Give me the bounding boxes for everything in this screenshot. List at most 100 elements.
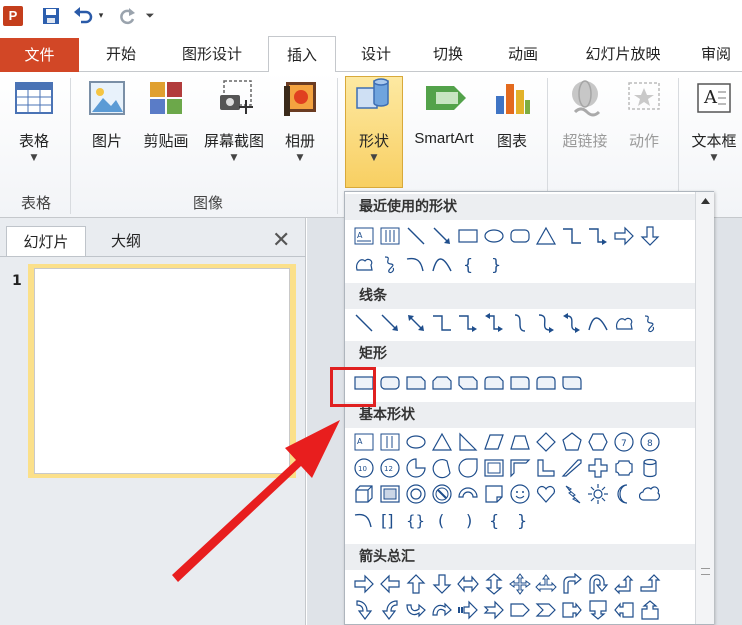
left-up-arrow-shape-icon[interactable]: [611, 572, 637, 596]
down-arrow-shape-icon[interactable]: [637, 224, 663, 248]
folded-corner-shape-icon[interactable]: [481, 482, 507, 506]
tab-file[interactable]: 文件: [0, 38, 79, 72]
oval-shape-icon[interactable]: [403, 430, 429, 454]
curved-connector-shape-icon[interactable]: [507, 311, 533, 335]
redo-icon[interactable]: [116, 4, 138, 28]
scroll-up-icon[interactable]: [699, 194, 712, 208]
undo-icon[interactable]: [72, 4, 94, 28]
textbox-button[interactable]: A 文本框 ▼: [686, 78, 742, 163]
trapezoid-shape-icon[interactable]: [507, 430, 533, 454]
right-arrow-callout-shape-icon[interactable]: [559, 598, 585, 622]
triangle-shape-icon[interactable]: [429, 430, 455, 454]
arrow-line-shape-icon[interactable]: [377, 311, 403, 335]
textbox-shape-icon[interactable]: A: [351, 224, 377, 248]
up-arrow-callout-shape-icon[interactable]: [637, 598, 663, 622]
frame-shape-icon[interactable]: [481, 456, 507, 480]
hyperlink-button[interactable]: 超链接: [556, 78, 614, 151]
gallery-scrollbar[interactable]: [695, 192, 714, 624]
right-bracket-shape-icon[interactable]: ): [455, 508, 481, 532]
plaque-shape-icon[interactable]: [611, 456, 637, 480]
lightning-bolt-shape-icon[interactable]: [559, 482, 585, 506]
plus-shape-icon[interactable]: [585, 456, 611, 480]
elbow-double-arrow-shape-icon[interactable]: [481, 311, 507, 335]
tab-design[interactable]: 设计: [345, 36, 407, 72]
oval-shape-icon[interactable]: [481, 224, 507, 248]
quad-arrow-shape-icon[interactable]: [507, 572, 533, 596]
right-brace-shape-icon[interactable]: }: [507, 508, 533, 532]
save-icon[interactable]: [40, 4, 62, 28]
donut-shape-icon[interactable]: [403, 482, 429, 506]
elbow-arrow-connector-shape-icon[interactable]: [455, 311, 481, 335]
up-down-arrow-shape-icon[interactable]: [481, 572, 507, 596]
curve-connector-shape-icon[interactable]: [403, 252, 429, 276]
shapes-button[interactable]: 形状 ▼: [348, 78, 400, 163]
line-shape-icon[interactable]: [351, 311, 377, 335]
right-brace-shape-icon[interactable]: }: [481, 252, 507, 276]
double-brace-shape-icon[interactable]: {}: [403, 508, 429, 532]
clipart-button[interactable]: 剪贴画: [138, 78, 194, 151]
vertical-textbox-shape-icon[interactable]: [377, 224, 403, 248]
tab-format[interactable]: 图形设计: [163, 36, 261, 72]
rounded-rectangle-shape-icon[interactable]: [377, 371, 403, 395]
close-icon[interactable]: ✕: [272, 228, 290, 253]
snip-round-rectangle-icon[interactable]: [481, 371, 507, 395]
pentagon-arrow-shape-icon[interactable]: [507, 598, 533, 622]
table-button[interactable]: 表格 ▼: [8, 78, 60, 163]
left-right-up-arrow-shape-icon[interactable]: [533, 572, 559, 596]
slide-thumbnail[interactable]: [34, 268, 290, 474]
snip-single-corner-rectangle-icon[interactable]: [403, 371, 429, 395]
block-arc-shape-icon[interactable]: [455, 482, 481, 506]
curved-arrow-connector-shape-icon[interactable]: [533, 311, 559, 335]
scribble-shape-icon[interactable]: [637, 311, 663, 335]
diamond-shape-icon[interactable]: [533, 430, 559, 454]
curve-shape-icon[interactable]: [429, 252, 455, 276]
round-diagonal-rectangle-icon[interactable]: [559, 371, 585, 395]
smartart-button[interactable]: SmartArt: [404, 78, 484, 147]
elbow-connector-shape-icon[interactable]: [429, 311, 455, 335]
line-shape-icon[interactable]: [403, 224, 429, 248]
customize-icon[interactable]: ⏷: [144, 4, 156, 28]
heptagon-shape-icon[interactable]: 7: [611, 430, 637, 454]
curved-right-arrow-shape-icon[interactable]: [351, 598, 377, 622]
octagon-shape-icon[interactable]: 8: [637, 430, 663, 454]
up-arrow-shape-icon[interactable]: [403, 572, 429, 596]
u-turn-arrow-shape-icon[interactable]: [585, 572, 611, 596]
arrow-line-shape-icon[interactable]: [429, 224, 455, 248]
pie-shape-icon[interactable]: [403, 456, 429, 480]
rectangle-shape-icon[interactable]: [455, 224, 481, 248]
left-arrow-callout-shape-icon[interactable]: [611, 598, 637, 622]
textbox-shape-icon[interactable]: A: [351, 430, 377, 454]
half-frame-shape-icon[interactable]: [507, 456, 533, 480]
tab-outline[interactable]: 大纲: [90, 226, 162, 256]
left-bracket-shape-icon[interactable]: (: [429, 508, 455, 532]
scribble-shape-icon[interactable]: [377, 252, 403, 276]
dodecagon-shape-icon[interactable]: 12: [377, 456, 403, 480]
bevel-shape-icon[interactable]: [377, 482, 403, 506]
arc-shape-icon[interactable]: [351, 508, 377, 532]
left-arrow-shape-icon[interactable]: [377, 572, 403, 596]
vertical-textbox-shape-icon[interactable]: [377, 430, 403, 454]
no-symbol-shape-icon[interactable]: [429, 482, 455, 506]
can-shape-icon[interactable]: [637, 456, 663, 480]
curved-double-arrow-shape-icon[interactable]: [559, 311, 585, 335]
tab-review[interactable]: 审阅: [690, 36, 742, 72]
double-bracket-shape-icon[interactable]: []: [377, 508, 403, 532]
action-button[interactable]: 动作: [618, 78, 670, 151]
round-same-side-rectangle-icon[interactable]: [533, 371, 559, 395]
rounded-rectangle-shape-icon[interactable]: [507, 224, 533, 248]
decagon-shape-icon[interactable]: 10: [351, 456, 377, 480]
elbow-connector-shape-icon[interactable]: [559, 224, 585, 248]
notched-right-arrow-shape-icon[interactable]: [481, 598, 507, 622]
double-arrow-line-shape-icon[interactable]: [403, 311, 429, 335]
undo-dropdown-icon[interactable]: ▾: [96, 4, 106, 28]
curved-left-arrow-shape-icon[interactable]: [377, 598, 403, 622]
round-single-corner-rectangle-icon[interactable]: [507, 371, 533, 395]
smiley-face-shape-icon[interactable]: [507, 482, 533, 506]
sun-shape-icon[interactable]: [585, 482, 611, 506]
scroll-grip[interactable]: [701, 568, 710, 575]
left-right-arrow-shape-icon[interactable]: [455, 572, 481, 596]
down-arrow-callout-shape-icon[interactable]: [585, 598, 611, 622]
left-brace-shape-icon[interactable]: {: [481, 508, 507, 532]
bent-up-arrow-shape-icon[interactable]: [637, 572, 663, 596]
teardrop-shape-icon[interactable]: [455, 456, 481, 480]
